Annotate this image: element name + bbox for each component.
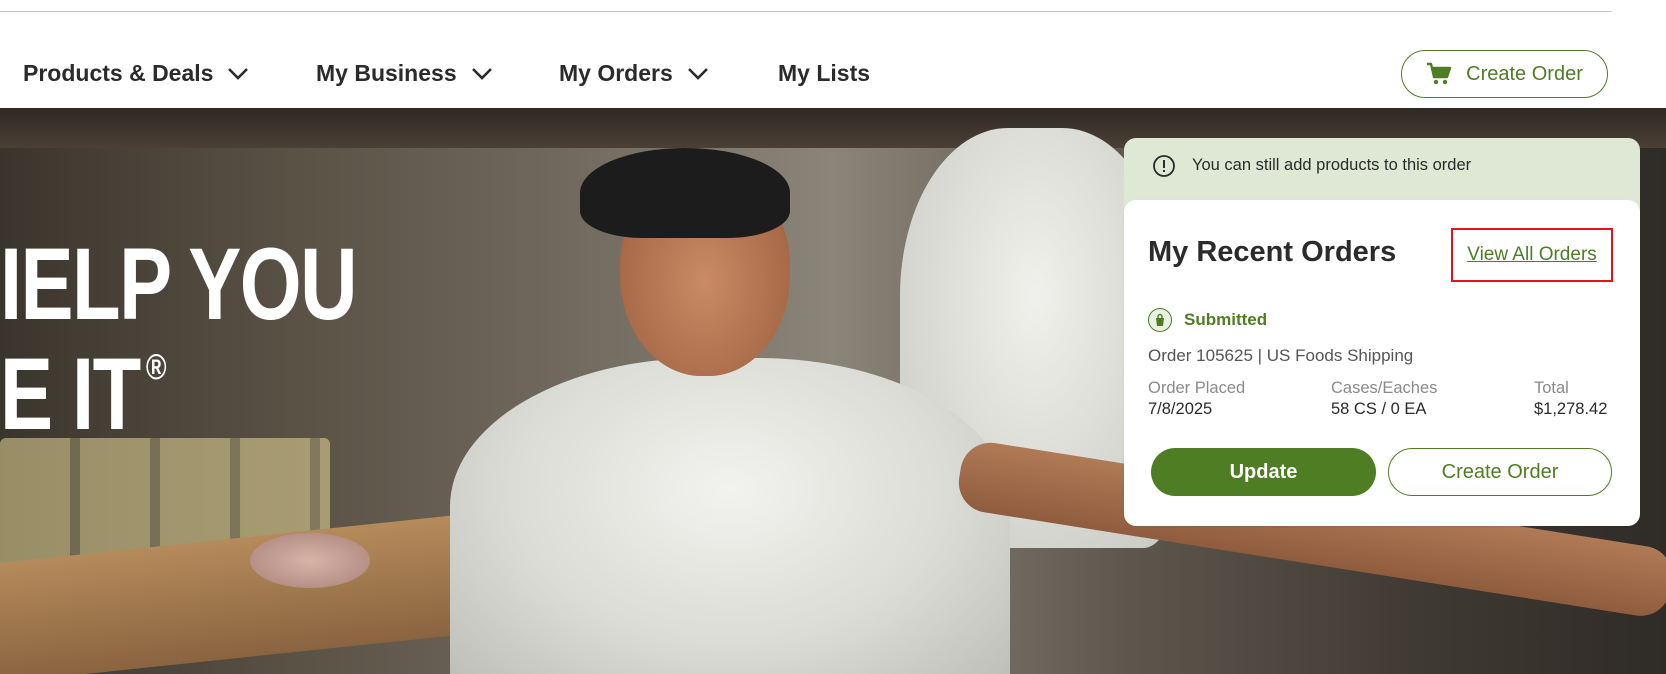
cases-eaches-label: Cases/Eaches [1331, 379, 1438, 397]
nav-create-order-button[interactable]: Create Order [1401, 50, 1608, 98]
nav-item-label: My Business [316, 60, 457, 86]
nav-products-deals[interactable]: Products & Deals [23, 60, 249, 87]
order-number-line: Order 105625 | US Foods Shipping [1148, 346, 1414, 365]
cases-eaches-value: 58 CS / 0 EA [1331, 400, 1427, 418]
order-placed-label: Order Placed [1148, 379, 1246, 397]
order-status: Submitted [1148, 308, 1267, 332]
create-order-button[interactable]: Create Order [1388, 448, 1612, 496]
cases-eaches-field: Cases/Eaches 58 CS / 0 EA [1331, 378, 1437, 420]
hero-line2-text: E IT [0, 337, 141, 451]
nav-my-orders[interactable]: My Orders [559, 60, 709, 87]
hero-headline-line2: E IT ® [0, 336, 167, 453]
recent-orders-title: My Recent Orders [1148, 236, 1397, 268]
recent-orders-card: My Recent Orders View All Orders Submitt… [1124, 200, 1640, 526]
status-label: Submitted [1184, 310, 1268, 329]
nav-item-label: My Orders [559, 60, 673, 86]
nav-item-label: My Lists [778, 60, 871, 86]
hero-chef-image [450, 358, 1010, 674]
create-order-label: Create Order [1466, 62, 1583, 85]
nav-item-label: Products & Deals [23, 60, 214, 86]
registered-mark: ® [145, 346, 167, 387]
order-placed-field: Order Placed 7/8/2025 [1148, 378, 1245, 420]
nav-my-lists[interactable]: My Lists [778, 60, 870, 87]
hero-background [250, 533, 370, 588]
chevron-down-icon [228, 67, 249, 80]
view-all-orders-highlight: View All Orders [1451, 228, 1613, 282]
nav-my-business[interactable]: My Business [316, 60, 493, 87]
chevron-down-icon [687, 67, 708, 80]
total-label: Total [1534, 379, 1569, 397]
hero-chef-image [580, 148, 790, 238]
info-icon [1153, 155, 1175, 177]
update-order-button[interactable]: Update [1151, 448, 1376, 496]
shopping-bag-icon [1148, 308, 1172, 332]
total-value: $1,278.42 [1534, 400, 1608, 418]
cart-icon [1427, 62, 1452, 85]
main-nav: Products & Deals My Business My Orders M… [0, 12, 1666, 108]
hero-headline-line1: IELP YOU [0, 227, 358, 341]
total-field: Total $1,278.42 [1534, 378, 1607, 420]
order-placed-value: 7/8/2025 [1148, 400, 1213, 418]
alert-text: You can still add products to this order [1192, 156, 1472, 174]
view-all-orders-link[interactable]: View All Orders [1467, 244, 1597, 266]
chevron-down-icon [471, 67, 492, 80]
